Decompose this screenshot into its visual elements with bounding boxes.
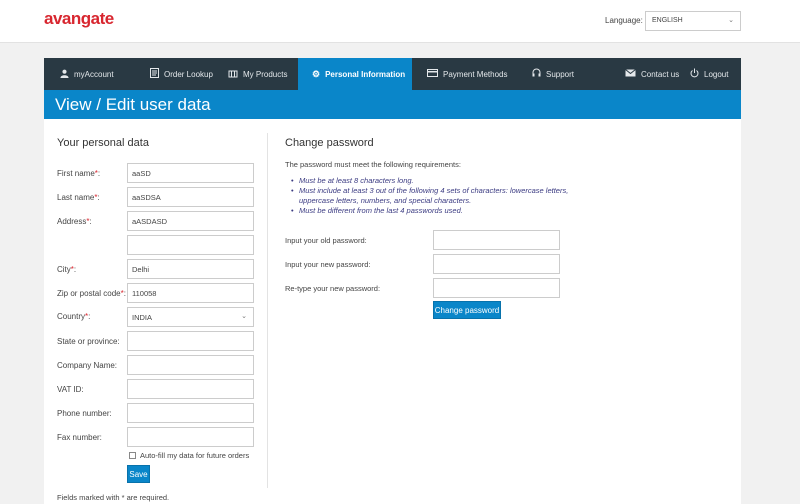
password-intro: The password must meet the following req…	[285, 160, 461, 169]
country-select[interactable]: INDIA ⌄	[127, 307, 254, 327]
change-password-title: Change password	[285, 137, 374, 149]
address-field[interactable]: aASDASD	[127, 211, 254, 231]
first-name-label: First name*:	[57, 169, 101, 178]
nav-myaccount[interactable]: myAccount	[56, 58, 118, 90]
required-note: Fields marked with * are required.	[57, 493, 170, 502]
nav-my-products[interactable]: My Products	[224, 58, 291, 90]
autofill-label: Auto-fill my data for future orders	[140, 451, 250, 460]
retype-password-label: Re-type your new password:	[285, 284, 381, 293]
phone-field[interactable]	[127, 403, 254, 423]
address-label: Address*:	[57, 217, 92, 226]
company-field[interactable]	[127, 355, 254, 375]
headset-icon	[532, 68, 541, 80]
zip-label: Zip or postal code*:	[57, 289, 126, 298]
language-select[interactable]: ENGLISH ⌄	[645, 11, 741, 31]
credit-card-icon	[427, 69, 438, 79]
nav-label: myAccount	[74, 69, 114, 79]
old-password-label: Input your old password:	[285, 236, 367, 245]
nav-order-lookup[interactable]: Order Lookup	[146, 58, 217, 90]
nav-label: Support	[546, 69, 575, 79]
save-button[interactable]: Save	[127, 465, 150, 483]
content-panel: Your personal data First name*: aaSD Las…	[44, 119, 741, 504]
user-icon	[60, 69, 69, 80]
address-line2-field[interactable]	[127, 235, 254, 255]
autofill-checkbox[interactable]	[129, 452, 136, 459]
fax-label: Fax number:	[57, 433, 102, 442]
nav-payment-methods[interactable]: Payment Methods	[423, 58, 511, 90]
chevron-down-icon: ⌄	[241, 313, 247, 320]
last-name-label: Last name*:	[57, 193, 100, 202]
old-password-field[interactable]	[433, 230, 560, 250]
top-header: avangate Language: ENGLISH ⌄	[0, 0, 800, 43]
nav-label: My Products	[243, 69, 288, 79]
title-bar: View / Edit user data	[44, 90, 741, 119]
requirement-item: Must be different from the last 4 passwo…	[291, 206, 599, 216]
phone-label: Phone number:	[57, 409, 112, 418]
logo[interactable]: avangate	[44, 9, 114, 29]
nav-logout[interactable]: Logout	[686, 58, 732, 90]
requirement-item: Must include at least 3 out of the follo…	[291, 186, 599, 206]
nav-contact-us[interactable]: Contact us	[621, 58, 683, 90]
envelope-icon	[625, 69, 636, 79]
company-label: Company Name:	[57, 361, 118, 370]
autofill-row[interactable]: Auto-fill my data for future orders	[129, 451, 249, 460]
change-password-button[interactable]: Change password	[433, 301, 501, 319]
new-password-field[interactable]	[433, 254, 560, 274]
city-field[interactable]: Delhi	[127, 259, 254, 279]
vat-label: VAT ID:	[57, 385, 84, 394]
country-label: Country*:	[57, 312, 91, 321]
vat-field[interactable]	[127, 379, 254, 399]
requirement-item: Must be at least 8 characters long.	[291, 176, 599, 186]
gear-icon: ⚙	[312, 68, 321, 79]
password-requirements: Must be at least 8 characters long. Must…	[291, 176, 599, 216]
language-value: ENGLISH	[652, 17, 683, 24]
nav-label: Payment Methods	[443, 69, 508, 79]
nav-label: Logout	[704, 69, 729, 79]
new-password-label: Input your new password:	[285, 260, 371, 269]
fax-field[interactable]	[127, 427, 254, 447]
nav-label: Contact us	[641, 69, 680, 79]
city-label: City*:	[57, 265, 77, 274]
personal-data-title: Your personal data	[57, 137, 149, 149]
nav-label: Personal Information	[325, 69, 406, 79]
last-name-field[interactable]: aaSDSA	[127, 187, 254, 207]
chevron-down-icon: ⌄	[728, 17, 734, 24]
first-name-field[interactable]: aaSD	[127, 163, 254, 183]
page-title: View / Edit user data	[55, 95, 211, 114]
nav-support[interactable]: Support	[528, 58, 578, 90]
retype-password-field[interactable]	[433, 278, 560, 298]
zip-field[interactable]: 110058	[127, 283, 254, 303]
language-label: Language:	[605, 16, 643, 25]
state-label: State or province:	[57, 337, 120, 346]
cart-icon	[228, 69, 238, 80]
power-icon	[690, 68, 699, 80]
document-icon	[150, 68, 159, 80]
column-divider	[267, 133, 268, 488]
nav-label: Order Lookup	[164, 69, 213, 79]
state-field[interactable]	[127, 331, 254, 351]
main-nav: myAccount Order Lookup My Products ⚙ Per…	[44, 58, 741, 90]
nav-personal-information[interactable]: ⚙ Personal Information	[298, 58, 412, 90]
